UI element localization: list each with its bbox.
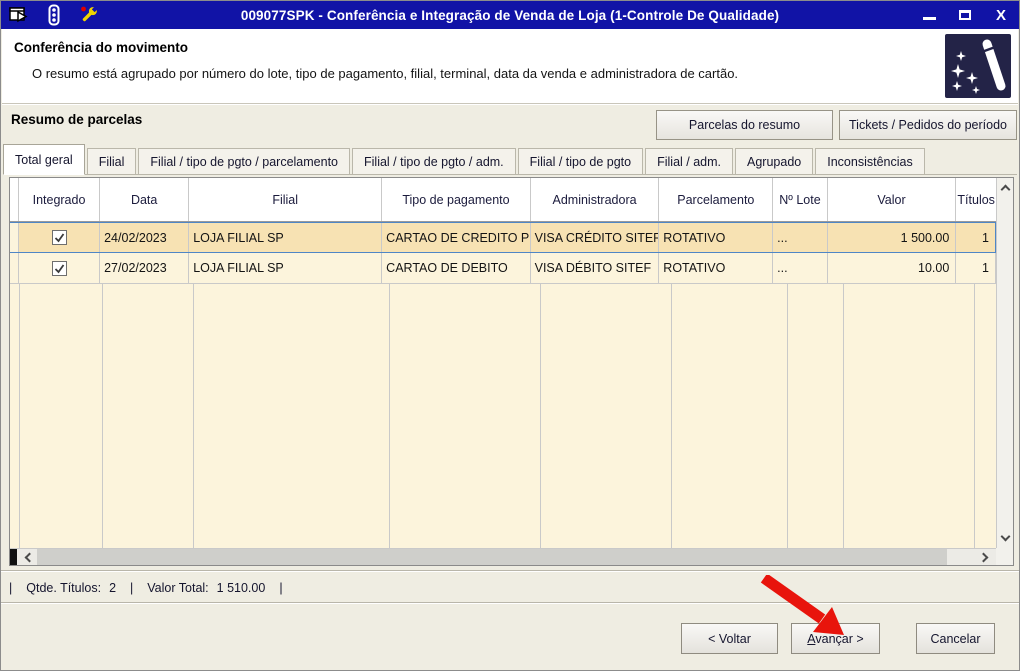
tab-filial-tipo-pgto[interactable]: Filial / tipo de pgto [517,148,644,174]
status-separator: | [130,580,134,595]
table-row[interactable]: 24/02/2023 LOJA FILIAL SP CARTAO DE CRED… [10,222,996,253]
row-indicator [10,223,19,252]
scroll-right-button[interactable] [976,549,994,565]
column-header-filial[interactable]: Filial [189,178,383,221]
tab-total-geral[interactable]: Total geral [3,144,85,175]
qtde-titulos-value: 2 [109,580,117,595]
grid-indicator-header [10,178,19,221]
cell-data: 24/02/2023 [100,223,190,252]
status-separator: | [9,580,13,595]
traffic-light-icon[interactable] [43,4,65,26]
horizontal-scrollbar-thumb[interactable] [37,549,947,565]
magic-wand-icon [945,34,1011,98]
column-header-integrado[interactable]: Integrado [19,178,101,221]
page-subtitle: O resumo está agrupado por número do lot… [32,66,739,81]
tab-filial-tipo-pgto-adm[interactable]: Filial / tipo de pgto / adm. [352,148,516,174]
scroll-down-icon[interactable] [1000,531,1010,542]
avancar-label: vançar > [815,631,864,646]
tickets-pedidos-button[interactable]: Tickets / Pedidos do período [839,110,1017,140]
cell-lote: ... [773,223,828,252]
parcelas-do-resumo-button[interactable]: Parcelas do resumo [656,110,833,140]
cell-valor: 10.00 [827,253,957,283]
tab-filial[interactable]: Filial [86,148,137,174]
valor-total-label: Valor Total: [147,580,209,595]
tab-filial-adm[interactable]: Filial / adm. [645,148,734,174]
tab-inconsistencias[interactable]: Inconsistências [815,148,925,174]
parcelas-grid: Integrado Data Filial Tipo de pagamento … [9,177,1014,566]
valor-total-value: 1 510.00 [216,580,266,595]
scroll-right-icon [978,552,989,562]
scrollbar-indicator-block [10,549,17,565]
scroll-left-button[interactable] [19,549,37,565]
wizard-header: Conferência do movimento O resumo está a… [2,29,1018,104]
cell-titulos: 1 [956,253,996,283]
export-window-icon[interactable] [8,4,30,26]
cancelar-button[interactable]: Cancelar [916,623,995,654]
minimize-button[interactable] [921,7,937,23]
wrench-icon[interactable] [78,4,100,26]
window-title: 009077SPK - Conferência e Integração de … [240,7,780,23]
qtde-titulos-label: Qtde. Títulos: [26,580,102,595]
summary-section-title: Resumo de parcelas [11,112,143,127]
app-window: 009077SPK - Conferência e Integração de … [0,0,1020,671]
voltar-button[interactable]: < Voltar [681,623,778,654]
title-bar: 009077SPK - Conferência e Integração de … [1,1,1019,29]
minimize-icon [922,17,936,20]
table-row[interactable]: 27/02/2023 LOJA FILIAL SP CARTAO DE DEBI… [10,253,996,284]
column-header-data[interactable]: Data [100,178,190,221]
cell-data: 27/02/2023 [100,253,190,283]
tab-agrupado[interactable]: Agrupado [735,148,814,174]
avancar-button[interactable]: Avançar > [791,623,880,654]
cell-administradora: VISA DÉBITO SITEF [530,253,660,283]
cell-parcelamento: ROTATIVO [659,253,774,283]
status-bar: | Qtde. Títulos: 2 | Valor Total: 1 510.… [1,574,1019,601]
divider [1,570,1019,572]
cell-administradora: VISA CRÉDITO SITEF [530,223,660,252]
cell-tipo-pagamento: CARTAO DE DEBITO [382,253,531,283]
column-header-tipo-pagamento[interactable]: Tipo de pagamento [382,178,531,221]
cell-lote: ... [773,253,828,283]
scrollbar-corner [996,548,1013,565]
page-title: Conferência do movimento [14,40,189,55]
divider [1,602,1019,604]
maximize-button[interactable] [957,7,973,23]
cell-valor: 1 500.00 [827,223,957,252]
integrado-checkbox[interactable] [51,230,67,245]
cell-titulos: 1 [956,223,996,252]
cell-filial: LOJA FILIAL SP [189,253,383,283]
tab-filial-tipo-pgto-parcelamento[interactable]: Filial / tipo de pgto / parcelamento [138,148,350,174]
column-header-lote[interactable]: Nº Lote [773,178,828,221]
column-header-administradora[interactable]: Administradora [531,178,660,221]
close-button[interactable]: X [993,7,1009,23]
scroll-up-icon[interactable] [1000,184,1010,195]
cell-filial: LOJA FILIAL SP [189,223,383,252]
row-indicator [10,253,19,283]
integrado-checkbox[interactable] [51,260,67,276]
maximize-icon [959,10,971,20]
close-icon: X [995,6,1006,24]
column-header-titulos[interactable]: Títulos [956,178,996,221]
scroll-left-icon [24,552,35,562]
horizontal-scrollbar[interactable] [10,548,996,565]
grid-header-row: Integrado Data Filial Tipo de pagamento … [10,178,996,222]
vertical-scrollbar[interactable] [996,178,1013,548]
cell-tipo-pagamento: CARTAO DE CREDITO P [382,223,531,252]
cell-parcelamento: ROTATIVO [659,223,774,252]
column-header-parcelamento[interactable]: Parcelamento [659,178,774,221]
status-separator: | [279,580,283,595]
column-header-valor[interactable]: Valor [828,178,957,221]
grouping-tabs: Total geral Filial Filial / tipo de pgto… [3,144,1017,175]
